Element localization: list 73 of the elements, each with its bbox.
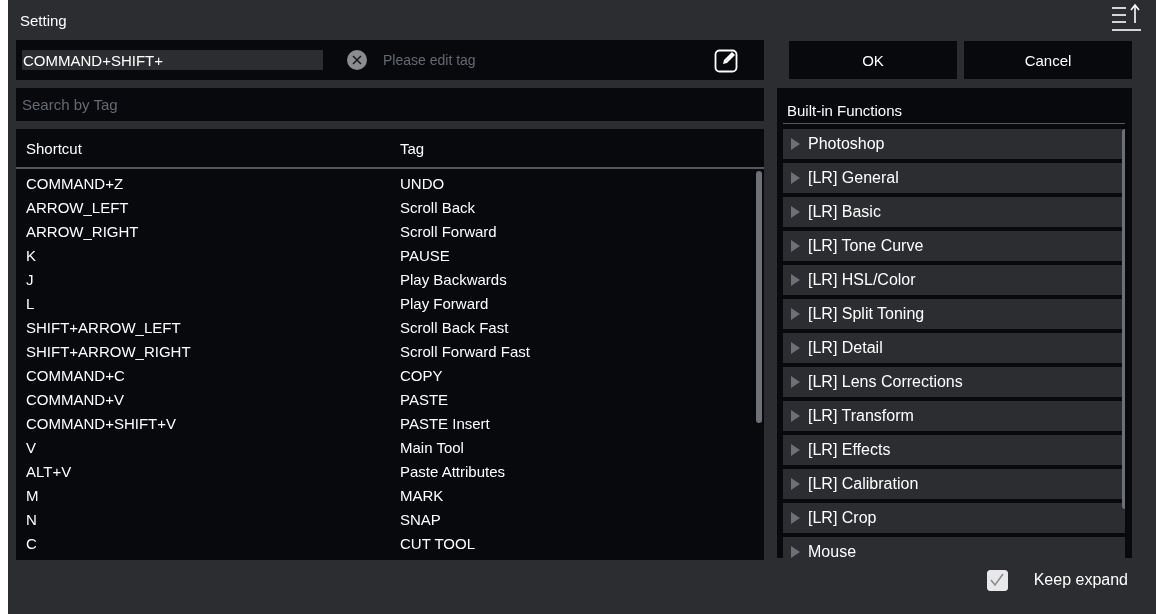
group-label: Photoshop [808,135,885,153]
table-cell-text: COPY [399,366,444,384]
table-cell-text: N [25,510,38,528]
table-cell-text: ARROW_RIGHT [25,222,140,240]
group-label: Mouse [808,543,857,558]
function-group[interactable]: [LR] Crop [783,503,1125,533]
group-label: [LR] Split Toning [808,305,925,323]
group-label: [LR] Crop [808,509,877,527]
table-cell-text: Main Tool [399,438,465,456]
group-label: [LR] Transform [808,407,914,425]
checkbox-label: Keep expand [1033,571,1128,589]
group-label: [LR] Detail [808,339,883,357]
table-cell-text: SNAP [399,510,442,528]
table-cell-text: PAUSE [399,246,451,264]
function-group[interactable]: [LR] Basic [783,197,1125,227]
function-group[interactable]: [LR] Calibration [783,469,1125,499]
group-label: [LR] Lens Corrections [808,373,963,391]
edit-icon[interactable] [714,47,740,73]
function-group[interactable]: [LR] HSL/Color [783,265,1125,295]
table-cell-text: C [25,534,38,552]
panel-title: Built-in Functions [783,88,1125,124]
table-cell-text: J [25,270,35,288]
table-cell-text: COMMAND+V [25,390,125,408]
group-label: [LR] HSL/Color [808,271,916,289]
table-cell-text: MARK [399,486,445,504]
scrollbar[interactable] [756,171,762,423]
dialog-button[interactable]: Cancel [964,41,1132,79]
group-label: [LR] Tone Curve [808,237,924,255]
function-group[interactable]: [LR] Effects [783,435,1125,465]
table-cell-text: Scroll Forward Fast [399,342,532,360]
table-cell-text: Scroll Back [399,198,477,216]
column-header[interactable]: Tag [390,139,764,157]
dialog-button[interactable]: OK [789,41,957,79]
group-label: [LR] Calibration [808,475,919,493]
function-group[interactable]: [LR] Detail [783,333,1125,363]
table-cell-text: COMMAND+SHIFT+V [25,414,177,432]
table-cell-text: COMMAND+Z [25,174,125,192]
function-group[interactable]: [LR] Lens Corrections [783,367,1125,397]
table-cell-text: COMMAND+C [25,366,126,384]
table-cell-text: Play Backwards [399,270,508,288]
shortcut-field[interactable]: COMMAND+SHIFT+ [22,50,323,70]
table-cell-text: PASTE Insert [399,414,491,432]
table-cell-text: ARROW_LEFT [25,198,130,216]
function-group[interactable]: [LR] Split Toning [783,299,1125,329]
function-group[interactable]: [LR] Tone Curve [783,231,1125,261]
table-cell-text: Play Forward [399,294,490,312]
table-cell-text: Paste Attributes [399,462,507,480]
group-label: [LR] General [808,169,899,187]
table-cell-text: V [25,438,37,456]
clear-icon[interactable] [347,50,367,70]
group-label: [LR] Effects [808,441,891,459]
column-header[interactable]: Shortcut [16,139,390,157]
function-group[interactable]: Photoshop [783,129,1125,159]
table-cell-text: SHIFT+ARROW_RIGHT [25,342,192,360]
collapse-list-icon[interactable] [1110,2,1142,32]
table-cell-text: SHIFT+ARROW_LEFT [25,318,182,336]
window-title: Setting [20,11,67,29]
group-label: [LR] Basic [808,203,881,221]
table-cell-text: ALT+V [25,462,73,480]
table-cell-text: M [25,486,40,504]
table-cell-text: Scroll Back Fast [399,318,510,336]
table-cell-text: L [25,294,36,312]
table-cell-text: CUT TOOL [399,534,477,552]
tag-field[interactable]: Please edit tag [381,51,714,69]
function-group[interactable]: [LR] Transform [783,401,1125,431]
table-cell-text: K [25,246,37,264]
table-cell-text: PASTE [399,390,450,408]
checkbox[interactable] [986,569,1008,591]
function-group[interactable]: Mouse [783,537,1125,558]
table-cell-text: UNDO [399,174,446,192]
table-cell-text: Scroll Forward [399,222,498,240]
search-field[interactable]: Search by Tag [16,88,764,121]
function-group[interactable]: [LR] General [783,163,1125,193]
